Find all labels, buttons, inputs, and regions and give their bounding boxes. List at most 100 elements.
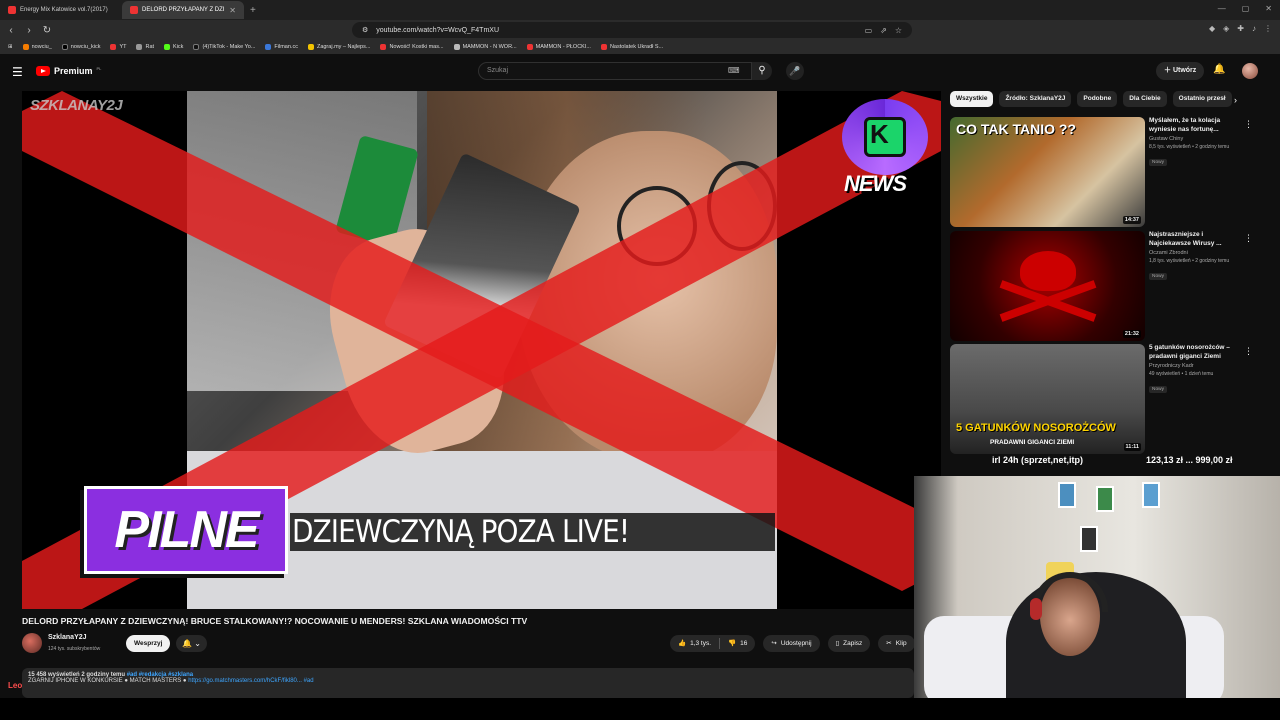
mic-icon: 🎤 (789, 66, 801, 76)
rec-channel[interactable]: Gustaw Chiny (1149, 136, 1239, 142)
youtube-play-icon (36, 66, 50, 76)
keyboard-icon[interactable]: ⌨ (728, 66, 740, 75)
forward-icon[interactable]: › (22, 25, 36, 36)
bookmark-item[interactable]: (4)TikTok - Make Yo... (193, 44, 255, 50)
account-avatar[interactable] (1242, 63, 1258, 79)
new-badge: Nowy (1149, 159, 1167, 166)
more-options-icon[interactable]: ⋮ (1244, 346, 1253, 357)
chip-related[interactable]: Podobne (1077, 91, 1118, 107)
bookmark-item[interactable]: Filman.cc (265, 44, 298, 50)
new-tab-button[interactable]: + (244, 5, 262, 16)
save-button[interactable]: ▯ Zapisz (827, 635, 871, 652)
bookmarks-bar: ⊞ nowciu_ nowciu_kick YT Rat Kick (4)Tik… (0, 40, 1280, 54)
recommended-video[interactable]: 5 GATUNKÓW NOSOROŻCÓW PRADAWNI GIGANCI Z… (950, 344, 1260, 454)
thumbnail-subcaption: PRADAWNI GIGANCI ZIEMI (990, 439, 1075, 446)
bookmark-item[interactable]: nowciu_kick (61, 44, 100, 50)
stream-goal-ticker: irl 24h (sprzet,net,itp) 123,13 zł ... 9… (950, 455, 1250, 469)
browser-tab-2[interactable]: DELORD PRZYŁAPANY Z DZI ✕ (122, 1, 244, 19)
bottom-black-bar (0, 698, 1280, 720)
search-input[interactable]: Szukaj (478, 62, 752, 80)
omnibox-actions: ▭ ⇗ ☆ (865, 26, 902, 35)
rec-channel[interactable]: Przyrodniczy Kadr (1149, 363, 1239, 369)
chevron-right-icon[interactable]: › (1234, 95, 1237, 105)
like-button[interactable]: 👍 1,3 tys. (670, 635, 719, 652)
close-tab-icon[interactable]: ✕ (229, 6, 236, 15)
ticker-amount: 123,13 zł ... 999,00 zł (1146, 455, 1233, 465)
window-controls: — ▢ ✕ (1218, 4, 1272, 13)
star-icon[interactable]: ☆ (895, 26, 902, 35)
address-bar[interactable]: ⚙ youtube.com/watch?v=WcvQ_F4TmXU ▭ ⇗ ☆ (352, 22, 912, 38)
youtube-logo[interactable]: Premium PL (36, 66, 101, 76)
share-button[interactable]: ↪ Udostępnij (763, 635, 820, 652)
puzzle-icon[interactable]: ✚ (1237, 24, 1244, 33)
video-thumbnail[interactable]: 5 GATUNKÓW NOSOROŻCÓW PRADAWNI GIGANCI Z… (950, 344, 1145, 454)
chip-for-you[interactable]: Dla Ciebie (1123, 91, 1167, 107)
rec-title[interactable]: 5 gatunków nosorożców – pradawni giganci… (1149, 344, 1239, 361)
back-icon[interactable]: ‹ (4, 25, 18, 36)
more-options-icon[interactable]: ⋮ (1244, 233, 1253, 244)
rec-channel[interactable]: Oczami Zbrodni (1149, 250, 1239, 256)
extension-icon[interactable]: ◆ (1209, 24, 1215, 33)
menu-dots-icon[interactable]: ⋮ (1264, 24, 1272, 33)
bookmark-item[interactable]: MAMMON - N WOR... (453, 44, 517, 50)
url-text: youtube.com/watch?v=WcvQ_F4TmXU (376, 26, 500, 34)
chip-source[interactable]: Źródło: SzklanaY2J (999, 91, 1072, 107)
close-window-icon[interactable]: ✕ (1265, 4, 1272, 13)
share-icon[interactable]: ⇗ (880, 26, 887, 35)
chevron-down-icon: ⌄ (194, 639, 201, 648)
description-box[interactable]: 15 458 wyświetleń 2 godziny temu #ad #re… (22, 668, 914, 698)
channel-name[interactable]: SzklanaY2J (48, 634, 87, 641)
video-thumbnail[interactable]: CO TAK TANIO ?? 14:37 (950, 117, 1145, 227)
voice-search-button[interactable]: 🎤 (786, 62, 804, 80)
video-info: Myślałem, że ta kolacja wyniesie nas for… (1149, 117, 1239, 168)
search-icon: ⚲ (758, 65, 766, 76)
chip-all[interactable]: Wszystkie (950, 91, 994, 107)
bookmark-item[interactable]: Zagraj.my – Najleps... (307, 44, 370, 50)
extension-icon[interactable]: ◈ (1223, 24, 1229, 33)
ticker-label: irl 24h (sprzet,net,itp) (992, 455, 1084, 465)
subscriber-count: 124 tys. subskrybentów (48, 646, 101, 652)
ad-hashtag[interactable]: #ad (304, 678, 314, 684)
apps-grid-icon[interactable]: ⊞ (8, 44, 13, 50)
bookmark-item[interactable]: Rat (136, 44, 154, 50)
notifications-button[interactable]: 🔔 ⌄ (176, 635, 207, 652)
recommended-video[interactable]: CO TAK TANIO ?? 14:37 Myślałem, że ta ko… (950, 117, 1260, 227)
share-arrow-icon: ↪ (771, 640, 777, 647)
clip-button[interactable]: ✂ Klip (878, 635, 915, 652)
bookmark-item[interactable]: YT (110, 44, 126, 50)
bookmark-item[interactable]: nowciu_ (22, 44, 52, 50)
tab-label: DELORD PRZYŁAPANY Z DZI (142, 7, 225, 13)
notifications-bell-icon[interactable]: 🔔 (1213, 64, 1225, 75)
bookmark-item[interactable]: Nastolatek Ukradł S... (600, 44, 663, 50)
youtube-favicon-icon (130, 6, 138, 14)
browser-tab-1[interactable]: Energy Mix Katowice vol.7(2017) (0, 1, 122, 19)
bookmark-item[interactable]: MAMMON - PŁOCKI... (526, 44, 591, 50)
bookmark-item[interactable]: Nowość! Kostki mas... (380, 44, 444, 50)
bookmark-item[interactable]: Kick (164, 44, 183, 50)
reload-icon[interactable]: ↻ (40, 25, 54, 36)
menu-icon[interactable]: ☰ (12, 65, 23, 79)
recommended-video[interactable]: 21:32 Najstraszniejsze i Najciekawsze Wi… (950, 231, 1260, 341)
maximize-icon[interactable]: ▢ (1242, 4, 1250, 13)
screen-icon[interactable]: ▭ (865, 26, 873, 35)
more-options-icon[interactable]: ⋮ (1244, 119, 1253, 130)
dislike-button[interactable]: 👎 16 (720, 635, 755, 652)
extensions-area: ◆ ◈ ✚ ♪ ⋮ (1209, 24, 1272, 33)
chip-recent[interactable]: Ostatnio przesł (1172, 91, 1232, 107)
description-link[interactable]: https://go.matchmasters.com/hCkF/fikl80.… (188, 678, 302, 684)
minimize-icon[interactable]: — (1218, 4, 1226, 13)
video-thumbnail[interactable]: 21:32 (950, 231, 1145, 341)
site-info-icon[interactable]: ⚙ (362, 26, 368, 34)
search-button[interactable]: ⚲ (752, 62, 772, 80)
support-button[interactable]: Wesprzyj (126, 635, 171, 652)
rec-title[interactable]: Najstraszniejsze i Najciekawsze Wirusy .… (1149, 231, 1239, 248)
video-player[interactable]: SZKLANAY2J K NEWS DZIEWCZYNĄ POZA LIVE! … (22, 91, 941, 609)
duration-badge: 14:37 (1122, 216, 1141, 224)
rec-title[interactable]: Myślałem, że ta kolacja wyniesie nas for… (1149, 117, 1239, 134)
music-icon[interactable]: ♪ (1252, 24, 1256, 33)
youtube-header: ☰ Premium PL Szukaj ⌨ ⚲ 🎤 ＋ Utwórz 🔔 (0, 54, 1280, 90)
create-button[interactable]: ＋ Utwórz (1156, 62, 1205, 80)
video-info: 5 gatunków nosorożców – pradawni giganci… (1149, 344, 1239, 395)
channel-avatar[interactable] (22, 633, 42, 653)
headline-banner: DZIEWCZYNĄ POZA LIVE! (290, 513, 775, 551)
